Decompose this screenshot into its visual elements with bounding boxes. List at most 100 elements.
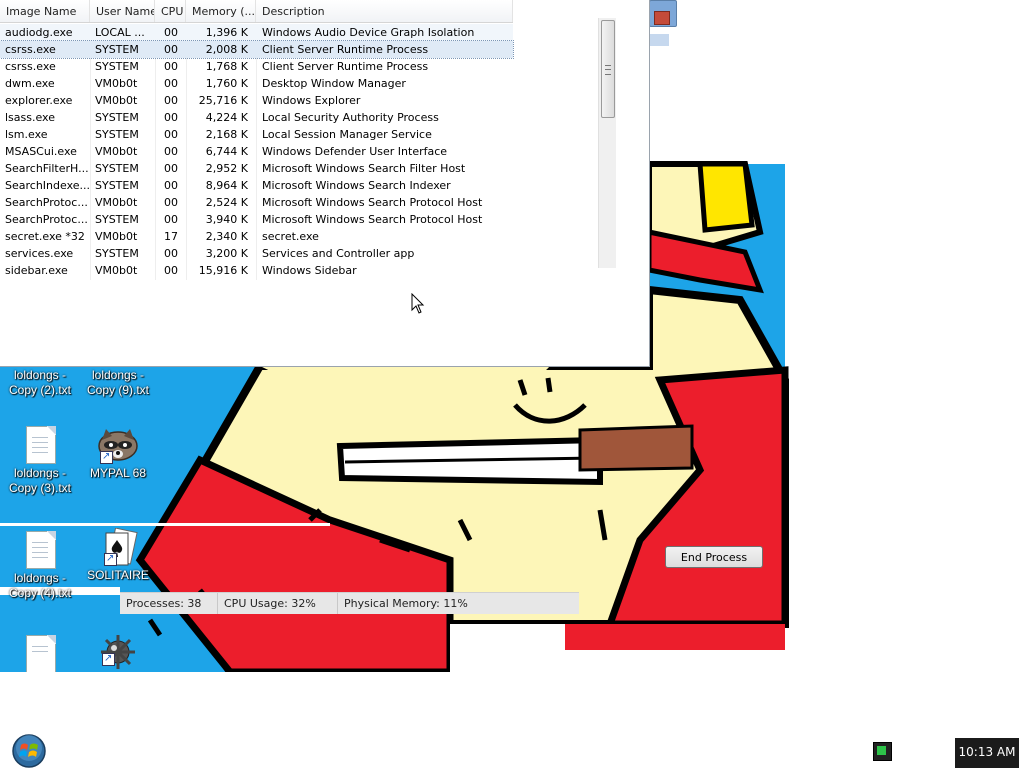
- icon-line2: Copy (2).txt: [8, 383, 71, 397]
- process-row[interactable]: SearchIndexe... SYSTEM 00 8,964 K Microsoft …: [0, 177, 513, 194]
- icon-line1: MYPAL 68: [89, 466, 147, 480]
- icon-line1: loldongs -: [13, 466, 67, 480]
- process-user-name: SYSTEM: [95, 128, 139, 141]
- process-row[interactable]: sidebar.exe VM0b0t 00 15,916 K Windows Sideb…: [0, 262, 513, 279]
- end-process-button[interactable]: End Process: [665, 546, 763, 568]
- process-image-name: sidebar.exe: [5, 264, 68, 277]
- process-cpu: 00: [164, 179, 178, 192]
- desktop-icon-loldongs-copy-9[interactable]: loldongs - Copy (9).txt: [78, 368, 158, 398]
- process-user-name: SYSTEM: [95, 60, 139, 73]
- window-fragment: [649, 34, 669, 46]
- process-cpu: 00: [164, 196, 178, 209]
- process-memory: 4,224 K: [205, 111, 248, 124]
- process-user-name: SYSTEM: [95, 111, 139, 124]
- process-memory: 6,744 K: [205, 145, 248, 158]
- process-user-name: VM0b0t: [95, 264, 138, 277]
- process-description: Desktop Window Manager: [262, 77, 406, 90]
- icon-line1: loldongs -: [13, 571, 67, 585]
- process-cpu: 00: [164, 247, 178, 260]
- icon-line1: SOLITAIRE: [87, 568, 149, 582]
- process-memory: 2,008 K: [205, 43, 248, 56]
- scrollbar-thumb[interactable]: [601, 20, 615, 118]
- text-file-icon: [24, 531, 56, 569]
- process-row[interactable]: SearchProtoc... VM0b0t 00 2,524 K Microsoft …: [0, 194, 513, 211]
- process-cpu: 00: [164, 60, 178, 73]
- desktop-icon-mypal[interactable]: MYPAL 68: [78, 426, 158, 481]
- column-cpu[interactable]: CPU: [155, 0, 186, 22]
- process-user-name: VM0b0t: [95, 94, 138, 107]
- column-description[interactable]: Description: [256, 0, 513, 22]
- text-file-icon: [24, 426, 56, 464]
- desktop-icon-solitaire[interactable]: SOLITAIRE: [78, 528, 158, 583]
- process-row[interactable]: audiodg.exe LOCAL ... 00 1,396 K Windows Aud…: [0, 24, 513, 41]
- process-description: Microsoft Windows Search Protocol Host: [262, 196, 483, 209]
- process-description: Windows Sidebar: [262, 264, 357, 277]
- process-row[interactable]: dwm.exe VM0b0t 00 1,760 K Desktop Window Man…: [0, 75, 513, 92]
- process-description: Client Server Runtime Process: [262, 43, 429, 56]
- process-description: Local Session Manager Service: [262, 128, 432, 141]
- process-row[interactable]: secret.exe *32 VM0b0t 17 2,340 K secret.exe: [0, 228, 513, 245]
- process-row[interactable]: csrss.exe SYSTEM 00 2,008 K Client Server Ru…: [0, 40, 514, 59]
- process-image-name: lsm.exe: [5, 128, 48, 141]
- process-memory: 3,940 K: [205, 213, 248, 226]
- process-row[interactable]: csrss.exe SYSTEM 00 1,768 K Client Server Ru…: [0, 58, 513, 75]
- taskbar-clock[interactable]: 10:13 AM: [955, 738, 1019, 768]
- process-description: Microsoft Windows Search Protocol Host: [262, 213, 483, 226]
- process-image-name: services.exe: [5, 247, 74, 260]
- process-memory: 1,760 K: [205, 77, 248, 90]
- process-cpu: 00: [164, 111, 178, 124]
- process-memory: 1,396 K: [205, 26, 248, 39]
- process-image-name: lsass.exe: [5, 111, 55, 124]
- process-cpu: 17: [164, 230, 178, 243]
- desktop-icon-text-file[interactable]: [0, 635, 80, 672]
- process-description: Services and Controller app: [262, 247, 415, 260]
- window-close-fragment[interactable]: [649, 0, 677, 27]
- close-icon: [654, 11, 670, 25]
- process-image-name: explorer.exe: [5, 94, 73, 107]
- process-image-name: audiodg.exe: [5, 26, 73, 39]
- desktop-icon-minesweeper[interactable]: [78, 632, 158, 672]
- taskbar: [0, 728, 1024, 768]
- process-row[interactable]: lsass.exe SYSTEM 00 4,224 K Local Security A…: [0, 109, 513, 126]
- process-row[interactable]: explorer.exe VM0b0t 00 25,716 K Windows Expl…: [0, 92, 513, 109]
- process-description: Windows Audio Device Graph Isolation: [262, 26, 475, 39]
- solitaire-cards-icon: [102, 528, 138, 566]
- desktop-icon-loldongs-copy-3[interactable]: loldongs - Copy (3).txt: [0, 426, 80, 496]
- process-memory: 25,716 K: [198, 94, 248, 107]
- process-rows: audiodg.exe LOCAL ... 00 1,396 K Windows Aud…: [0, 24, 600, 280]
- process-user-name: SYSTEM: [95, 247, 139, 260]
- process-row[interactable]: lsm.exe SYSTEM 00 2,168 K Local Session Mana…: [0, 126, 513, 143]
- process-memory: 2,952 K: [205, 162, 248, 175]
- process-description: Microsoft Windows Search Indexer: [262, 179, 451, 192]
- windows-start-orb-icon[interactable]: [8, 734, 50, 768]
- process-image-name: SearchProtoc...: [5, 196, 88, 209]
- process-row[interactable]: services.exe SYSTEM 00 3,200 K Services and …: [0, 245, 513, 262]
- column-memory[interactable]: Memory (...: [186, 0, 256, 22]
- column-image-name[interactable]: Image Name: [0, 0, 90, 22]
- task-manager-process-list: Image Name User Name CPU Memory (... Des…: [0, 0, 650, 367]
- icon-line1: loldongs -: [91, 368, 145, 382]
- process-user-name: VM0b0t: [95, 77, 138, 90]
- status-physical-memory: Physical Memory: 11%: [344, 597, 468, 610]
- process-user-name: SYSTEM: [95, 43, 139, 56]
- vertical-scrollbar[interactable]: [598, 18, 616, 268]
- process-row[interactable]: SearchFilterH... SYSTEM 00 2,952 K Microsoft…: [0, 160, 513, 177]
- process-memory: 2,524 K: [205, 196, 248, 209]
- process-description: secret.exe: [262, 230, 319, 243]
- minesweeper-mine-icon: [101, 632, 135, 670]
- desktop-icon-loldongs-copy-4[interactable]: loldongs - Copy (4).txt: [0, 531, 80, 601]
- process-user-name: SYSTEM: [95, 162, 139, 175]
- icon-line2: Copy (3).txt: [8, 481, 71, 495]
- process-description: Client Server Runtime Process: [262, 60, 429, 73]
- column-user-name[interactable]: User Name: [90, 0, 155, 22]
- process-memory: 2,340 K: [205, 230, 248, 243]
- process-user-name: SYSTEM: [95, 179, 139, 192]
- desktop-icon-loldongs-copy-2[interactable]: loldongs - Copy (2).txt: [0, 368, 80, 398]
- process-cpu: 00: [164, 264, 178, 277]
- process-image-name: csrss.exe: [5, 43, 56, 56]
- monitor-tray-icon[interactable]: [873, 742, 892, 761]
- process-row[interactable]: SearchProtoc... SYSTEM 00 3,940 K Microsoft …: [0, 211, 513, 228]
- process-image-name: SearchProtoc...: [5, 213, 88, 226]
- process-memory: 15,916 K: [198, 264, 248, 277]
- process-row[interactable]: MSASCui.exe VM0b0t 00 6,744 K Windows Defend…: [0, 143, 513, 160]
